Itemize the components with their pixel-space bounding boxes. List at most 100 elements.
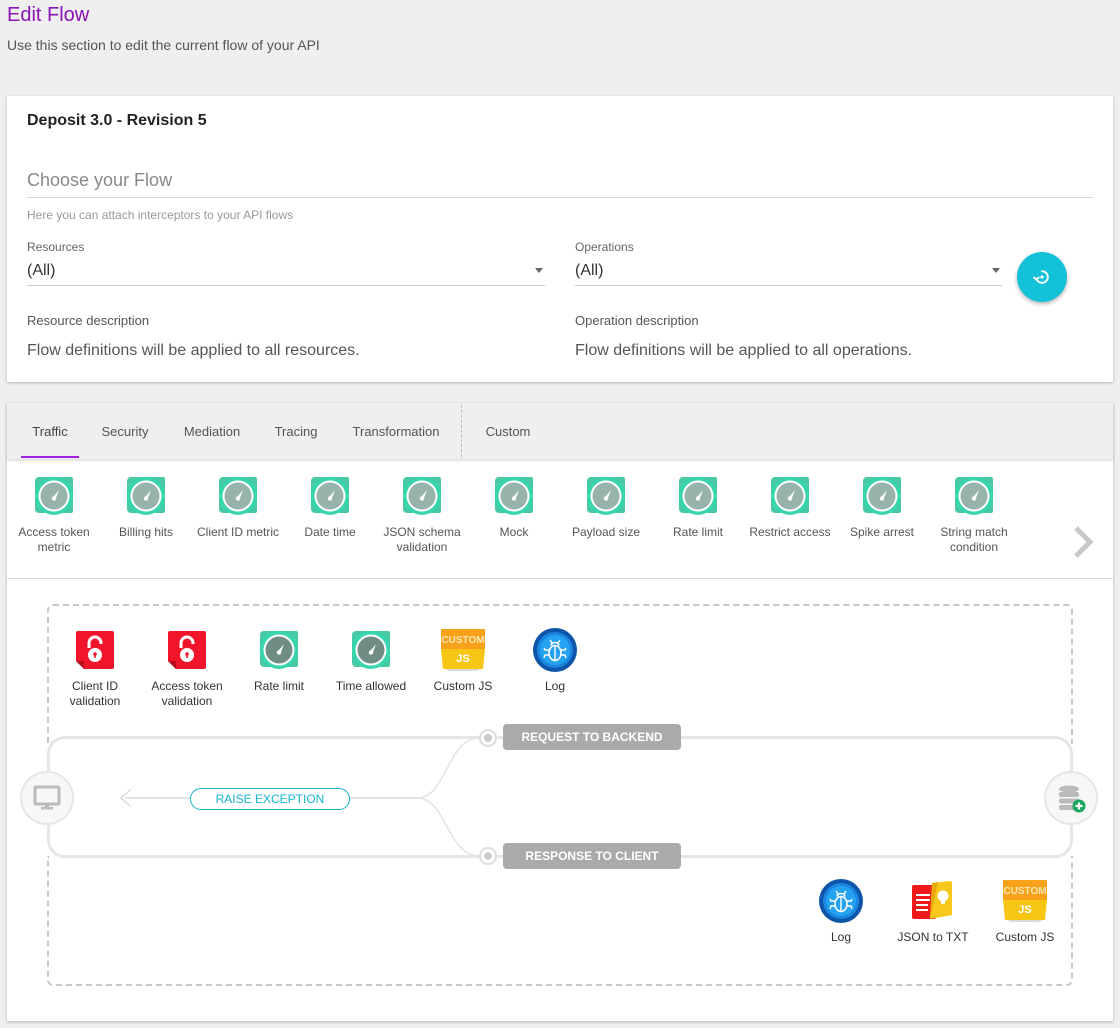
interceptor-json-schema-validation[interactable]: JSON schema validation [376,473,468,555]
operations-select[interactable]: (All) [575,256,1002,286]
svg-text:JS: JS [456,653,469,665]
svg-text:CUSTOM: CUSTOM [441,635,484,646]
interceptor-label: Payload size [571,525,641,539]
lock-icon [74,627,116,673]
interceptor-custom-js[interactable]: CUSTOM JS Custom JS [979,878,1071,945]
gauge-icon [769,473,811,519]
chevron-down-icon [992,268,1000,273]
lock-icon [166,627,208,673]
svg-text:JS: JS [1018,904,1031,916]
gauge-icon [33,473,75,519]
policies-card: Traffic Security Mediation Tracing Trans… [7,403,1113,1021]
gauge-icon [217,473,259,519]
interceptor-label: Custom JS [433,679,493,693]
interceptor-billing-hits[interactable]: Billing hits [100,473,192,540]
operations-label: Operations [575,240,634,254]
resources-value: (All) [27,261,56,279]
interceptor-label: Restrict access [749,525,831,539]
flow-diagram: Client ID validation Access token validat… [7,579,1113,1021]
interceptor-log[interactable]: Log [509,627,601,694]
interceptor-label: Rate limit [672,525,723,539]
tab-security[interactable]: Security [93,403,157,459]
tab-divider [461,405,462,457]
gauge-icon [677,473,719,519]
interceptor-label: Mock [499,525,529,539]
interceptor-label: Log [544,679,566,693]
page-subtitle: Use this section to edit the current flo… [7,37,320,53]
page-title: Edit Flow [7,4,90,26]
gauge-icon [493,473,535,519]
interceptor-time-allowed[interactable]: Time allowed [325,627,417,694]
interceptor-client-id-validation[interactable]: Client ID validation [49,627,141,709]
interceptor-label: Billing hits [118,525,174,539]
interceptor-custom-js[interactable]: CUSTOM JS Custom JS [417,627,509,694]
chevron-down-icon [535,268,543,273]
json-to-txt-icon [910,878,956,924]
tab-mediation[interactable]: Mediation [173,403,251,459]
bug-icon [818,878,864,924]
request-to-backend-label[interactable]: REQUEST TO BACKEND [503,724,681,750]
interceptor-rate-limit[interactable]: Rate limit [652,473,744,540]
interceptor-log[interactable]: Log [795,878,887,945]
gauge-icon [258,627,300,673]
monitor-icon [33,785,61,810]
custom-js-icon: CUSTOM JS [439,627,487,673]
flow-selection-card: Deposit 3.0 - Revision 5 Choose your Flo… [7,96,1113,382]
tab-custom[interactable]: Custom [475,403,541,459]
bug-icon [532,627,578,673]
interceptor-restrict-access[interactable]: Restrict access [744,473,836,540]
resources-label: Resources [27,240,85,254]
interceptor-label: Client ID validation [69,679,121,708]
interceptor-label: Time allowed [335,679,407,693]
interceptor-label: Spike arrest [849,525,915,539]
interceptor-string-match-condition[interactable]: String match condition [928,473,1020,555]
interceptor-date-time[interactable]: Date time [284,473,376,540]
interceptor-payload-size[interactable]: Payload size [560,473,652,540]
backend-node[interactable] [1044,771,1098,825]
interceptor-rate-limit[interactable]: Rate limit [233,627,325,694]
gauge-icon [309,473,351,519]
response-phase-dot[interactable] [479,847,497,865]
choose-flow-heading: Choose your Flow [27,170,1093,198]
interceptor-label: JSON schema validation [383,525,461,554]
operation-description-label: Operation description [575,313,699,328]
resource-description-text: Flow definitions will be applied to all … [27,342,360,359]
operation-description-text: Flow definitions will be applied to all … [575,342,913,359]
operations-value: (All) [575,261,604,279]
interceptor-access-token-validation[interactable]: Access token validation [141,627,233,709]
refresh-button[interactable] [1017,252,1067,302]
raise-exception-button[interactable]: RAISE EXCEPTION [190,788,350,810]
tab-tracing[interactable]: Tracing [265,403,327,459]
chevron-right-icon[interactable] [1071,525,1095,559]
request-phase-dot[interactable] [479,729,497,747]
interceptor-label: JSON to TXT [897,930,969,944]
response-to-client-label[interactable]: RESPONSE TO CLIENT [503,843,681,869]
interceptor-label: Log [830,930,852,944]
interceptor-mock[interactable]: Mock [468,473,560,540]
tab-transformation[interactable]: Transformation [341,403,451,459]
interceptor-client-id-metric[interactable]: Client ID metric [192,473,284,540]
resources-select[interactable]: (All) [27,256,545,286]
database-add-icon [1059,785,1086,813]
interceptor-access-token-metric[interactable]: Access token metric [8,473,100,555]
interceptor-label: String match condition [940,525,1008,554]
refresh-icon [1033,270,1049,284]
interceptor-label: Access token validation [151,679,223,708]
svg-text:CUSTOM: CUSTOM [1003,886,1046,897]
interceptor-label: Date time [304,525,356,539]
policy-tabs: Traffic Security Mediation Tracing Trans… [7,403,1113,459]
interceptor-label: Access token metric [18,525,90,554]
tab-traffic[interactable]: Traffic [21,403,79,459]
custom-js-icon: CUSTOM JS [1001,878,1049,924]
interceptor-spike-arrest[interactable]: Spike arrest [836,473,928,540]
interceptor-json-to-txt[interactable]: JSON to TXT [887,878,979,945]
client-node[interactable] [20,771,74,825]
interceptor-label: Custom JS [995,930,1055,944]
gauge-icon [585,473,627,519]
resource-description-label: Resource description [27,313,150,328]
interceptor-label: Rate limit [253,679,304,693]
gauge-icon [861,473,903,519]
interceptor-label: Client ID metric [196,525,279,539]
gauge-icon [350,627,392,673]
gauge-icon [401,473,443,519]
